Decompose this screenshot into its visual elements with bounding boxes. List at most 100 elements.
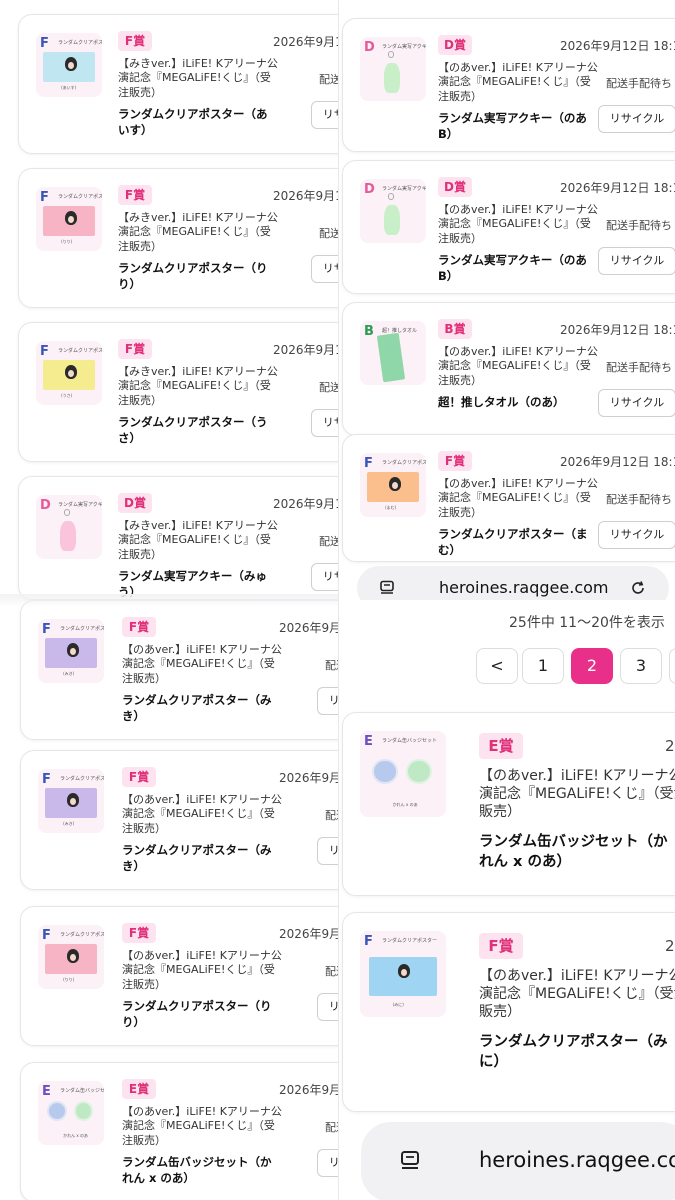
tabs-icon[interactable] [399, 1150, 421, 1172]
item-name: ランダム実写アクキー（のあB） [438, 253, 587, 283]
order-date: 2026年9月12日 [273, 189, 338, 203]
recycle-button[interactable]: リサイクル [317, 837, 338, 865]
thumbnail-caption: かれん x のあ [392, 801, 418, 807]
order-date: 2026年9月12日 18:12 [560, 455, 675, 469]
prize-tag-letter: F [40, 190, 49, 205]
item-thumbnail[interactable]: D ランダム実写アクキー [360, 37, 426, 101]
prize-badge: F賞 [122, 767, 156, 787]
item-name: ランダムクリアポスター（みき） [122, 693, 272, 723]
thumbnail-title: ランダムクリアポスター [58, 348, 102, 354]
shipping-status: 配送手配待ち [606, 77, 672, 90]
shipping-status: 配送手配待ち [319, 227, 338, 240]
prize-badge: E賞 [479, 733, 523, 759]
item-name: ランダム缶バッジセット（かれん x のあ） [479, 834, 668, 870]
item-thumbnail[interactable]: F ランダムクリアポスター (みに) [360, 931, 446, 1017]
thumbnail-title: ランダム実写アクキー [58, 502, 102, 508]
prize-badge: E賞 [122, 1079, 156, 1099]
campaign-title: 【のあver.】iLiFE! Kアリーナ公演記念『MEGALiFE!くじ』（受注… [438, 61, 598, 103]
recycle-button[interactable]: リサイクル [598, 521, 675, 549]
recycle-button[interactable]: リサイクル [311, 101, 338, 129]
prize-tag-letter: F [42, 772, 51, 787]
recycle-button[interactable]: リサイクル [598, 105, 675, 133]
order-item-card: F ランダムクリアポスター (りり) F賞 2026年9月12日 【みきver.… [18, 168, 338, 308]
shipping-status: 配送手配待ち [606, 493, 672, 506]
shipping-status: 配送手配待ち [319, 73, 338, 86]
order-item-card: F ランダムクリアポスター (あいす) F賞 2026年9月12日 【みきver… [18, 14, 338, 154]
recycle-button[interactable]: リサイクル [317, 687, 338, 715]
campaign-title: 【みきver.】iLiFE! Kアリーナ公演記念『MEGALiFE!くじ』（受注… [118, 365, 278, 407]
order-item-card: F ランダムクリアポスター (みき) F賞 2026年9月12日 【のあver.… [20, 600, 338, 740]
recycle-button[interactable]: リサイクル [311, 563, 338, 591]
order-date: 2026年9月12日 [279, 927, 338, 941]
thumbnail-title: ランダム実写アクキー [382, 44, 426, 50]
item-name: ランダムクリアポスター（りり） [122, 999, 272, 1029]
order-date: 2026年9月12日 [273, 343, 338, 357]
item-thumbnail[interactable]: D ランダム実写アクキー [360, 179, 426, 243]
recycle-button[interactable]: リサイクル [311, 255, 338, 283]
shipping-status: 配送手配待ち [325, 809, 338, 822]
campaign-title: 【のあver.】iLiFE! Kアリーナ公演記念『MEGALiFE!くじ』（受注… [122, 793, 282, 835]
page-button-3[interactable]: 3 [620, 648, 662, 684]
recycle-button[interactable]: リサイクル [598, 247, 675, 275]
item-name: ランダムクリアポスター（みき） [122, 843, 272, 873]
prize-badge: D賞 [438, 35, 472, 55]
item-thumbnail[interactable]: E ランダム缶バッジセット かれん x のあ [38, 1081, 104, 1145]
item-thumbnail[interactable]: F ランダムクリアポスター (りり) [36, 187, 102, 251]
prize-badge: D賞 [438, 177, 472, 197]
campaign-title: 【のあver.】iLiFE! Kアリーナ公演記念『MEGALiFE!くじ』（受注… [122, 1105, 282, 1147]
reload-icon[interactable] [629, 579, 647, 597]
item-thumbnail[interactable]: F ランダムクリアポスター (うさ) [36, 341, 102, 405]
item-name: ランダムクリアポスター（あいす） [118, 107, 268, 137]
recycle-button[interactable]: リサイクル [317, 1149, 338, 1177]
item-thumbnail[interactable]: F ランダムクリアポスター (まむ) [360, 453, 426, 517]
item-thumbnail[interactable]: F ランダムクリアポスター (りり) [38, 925, 104, 989]
item-name: ランダムクリアポスター（みに） [479, 1034, 668, 1070]
thumbnail-caption: (みに) [392, 1001, 404, 1007]
recycle-button[interactable]: リサイクル [311, 409, 338, 437]
prize-badge: F賞 [118, 185, 152, 205]
shipping-status: 配送手配待ち [319, 381, 338, 394]
item-name: ランダムクリアポスター（うさ） [118, 415, 268, 445]
order-date: 2026年9月12日 [279, 771, 338, 785]
prize-tag-letter: F [40, 344, 49, 359]
campaign-title: 【のあver.】iLiFE! Kアリーナ公演記念『MEGALiFE!くじ』（受注… [438, 477, 598, 519]
page-button-next-partial[interactable] [669, 648, 675, 684]
bottom-url-bar[interactable]: heroines.raqgee.co [361, 1122, 675, 1200]
prize-badge: F賞 [122, 617, 156, 637]
item-name: ランダムクリアポスター（まむ） [438, 527, 588, 557]
thumbnail-title: ランダムクリアポスター [58, 40, 102, 46]
thumbnail-caption: (りり) [61, 239, 73, 245]
prev-page-button[interactable]: < [476, 648, 518, 684]
thumbnail-caption: かれん x のあ [63, 1133, 88, 1139]
order-date: 20 [665, 937, 675, 955]
order-date: 2026年9月12日 18:13 [560, 181, 675, 195]
prize-badge: B賞 [438, 319, 472, 339]
page-button-1[interactable]: 1 [522, 648, 564, 684]
tabs-icon[interactable] [379, 580, 395, 596]
thumbnail-caption: (みき) [63, 821, 75, 827]
order-item-card: F ランダムクリアポスター (まむ) F賞 2026年9月12日 18:12 【… [342, 434, 675, 562]
campaign-title: 【みきver.】iLiFE! Kアリーナ公演記念『MEGALiFE!くじ』（受注… [118, 57, 278, 99]
recycle-button[interactable]: リサイクル [598, 389, 675, 417]
prize-tag-letter: F [42, 928, 51, 943]
campaign-title: 【のあver.】iLiFE! Kアリーナ公演記念『MEGALiFE!くじ』（受注… [438, 345, 598, 387]
item-thumbnail[interactable]: D ランダム実写アクキー [36, 495, 102, 559]
order-date: 2026年9月12日 18:13 [560, 39, 675, 53]
page-button-2[interactable]: 2 [571, 648, 613, 684]
order-item-card: F ランダムクリアポスター (うさ) F賞 2026年9月12日 【みきver.… [18, 322, 338, 462]
right-screenshot-column: D ランダム実写アクキー D賞 2026年9月12日 18:13 【のあver.… [338, 0, 675, 1200]
thumbnail-title: ランダムクリアポスター [382, 938, 438, 944]
item-thumbnail[interactable]: F ランダムクリアポスター (みき) [38, 619, 104, 683]
item-thumbnail[interactable]: E ランダム缶バッジセット かれん x のあ [360, 731, 446, 817]
thumbnail-title: 超！推しタオル [382, 328, 418, 334]
item-thumbnail[interactable]: F ランダムクリアポスター (みき) [38, 769, 104, 833]
thumbnail-title: ランダムクリアポスター [60, 626, 104, 632]
prize-tag-letter: E [364, 734, 373, 749]
recycle-button[interactable]: リサイクル [317, 993, 338, 1021]
item-name: ランダム実写アクキー（のあB） [438, 111, 587, 141]
item-thumbnail[interactable]: B 超！推しタオル [360, 321, 426, 385]
order-date: 2026年9月12日 [279, 621, 338, 635]
item-thumbnail[interactable]: F ランダムクリアポスター (あいす) [36, 33, 102, 97]
prize-badge: F賞 [438, 451, 472, 471]
pagination-info: 25件中 11〜20件を表示 [509, 615, 665, 631]
